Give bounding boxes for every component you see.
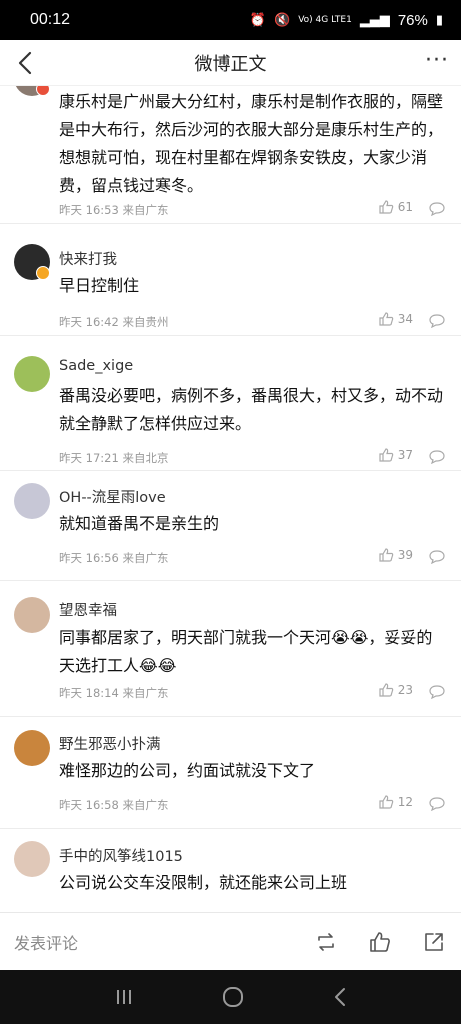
comment-item: 望恩幸福 同事都居家了，明天部门就我一个天河😭😭，妥妥的天选打工人😂😂 昨天 1…: [0, 581, 461, 717]
comment-list[interactable]: 康乐村是广州最大分红村，康乐村是制作衣服的，隔壁是中大布行，然后沙河的衣服大部分…: [0, 86, 461, 912]
system-nav-bar: [0, 970, 461, 1024]
comment-text: 早日控制住: [59, 276, 140, 295]
thumbs-up-icon: [379, 448, 393, 462]
home-icon[interactable]: [222, 986, 244, 1008]
username[interactable]: 手中的风筝线1015: [59, 845, 183, 866]
like-count: 34: [397, 312, 413, 326]
comment-meta: 昨天 18:14 来自广东: [59, 686, 169, 700]
comment-item: 快来打我 早日控制住 昨天 16:42 来自贵州 34: [0, 224, 461, 336]
comment-meta: 昨天 17:21 来自北京: [59, 451, 169, 465]
battery-percent: 76%: [397, 11, 428, 29]
thumbs-up-icon: [379, 200, 393, 214]
comment-text: 康乐村是广州最大分红村，康乐村是制作衣服的，隔壁是中大布行，然后沙河的衣服大部分…: [59, 92, 444, 195]
like-count: 37: [397, 448, 413, 462]
username[interactable]: 野生邪恶小扑满: [59, 733, 161, 754]
bottom-action-bar: 发表评论: [0, 912, 461, 970]
username[interactable]: 望恩幸福: [59, 599, 117, 620]
nav-bar: 微博正文 ···: [0, 40, 461, 86]
comment-text: 难怪那边的公司，约面试就没下文了: [59, 761, 316, 780]
comment-text: 公司说公交车没限制，就还能来公司上班: [59, 873, 348, 892]
status-time: 00:12: [30, 11, 71, 28]
verified-badge-icon: [36, 86, 50, 96]
comment-input[interactable]: 发表评论: [14, 930, 285, 954]
avatar[interactable]: [14, 841, 50, 877]
avatar[interactable]: [14, 730, 50, 766]
thumbs-up-icon: [379, 548, 393, 562]
like-button[interactable]: 61: [379, 200, 413, 214]
reply-icon[interactable]: [429, 202, 445, 216]
alarm-icon: ⏰: [249, 12, 267, 28]
comment-meta: 昨天 16:53 来自广东: [59, 203, 169, 217]
avatar[interactable]: [14, 356, 50, 392]
comment-meta: 昨天 16:42 来自贵州: [59, 315, 169, 329]
back-arrow-icon[interactable]: [14, 50, 38, 76]
reply-icon[interactable]: [429, 550, 445, 564]
reply-icon[interactable]: [429, 797, 445, 811]
verified-badge-icon: [36, 266, 50, 280]
thumbs-up-icon: [379, 683, 393, 697]
signal-icon: ▂▄▆: [359, 12, 390, 28]
page-title: 微博正文: [194, 53, 267, 75]
username[interactable]: OH--流星雨love: [59, 486, 166, 507]
reply-icon[interactable]: [429, 450, 445, 464]
comment-text: 同事都居家了，明天部门就我一个天河😭😭，妥妥的天选打工人😂😂: [59, 628, 433, 675]
username[interactable]: 快来打我: [59, 248, 117, 269]
comment-item: OH--流星雨love 就知道番禺不是亲生的 昨天 16:56 来自广东 39: [0, 471, 461, 581]
comment-text: 就知道番禺不是亲生的: [59, 514, 220, 533]
like-count: 39: [397, 548, 413, 562]
reply-icon[interactable]: [429, 314, 445, 328]
like-count: 61: [397, 200, 413, 214]
thumbs-up-icon: [379, 795, 393, 809]
comment-item: 康乐村是广州最大分红村，康乐村是制作衣服的，隔壁是中大布行，然后沙河的衣服大部分…: [0, 86, 461, 224]
like-button[interactable]: 23: [379, 683, 413, 697]
like-button[interactable]: 34: [379, 312, 413, 326]
thumbs-up-icon: [379, 312, 393, 326]
comment-meta: 昨天 16:58 来自广东: [59, 798, 169, 812]
reply-icon[interactable]: [429, 685, 445, 699]
comment-meta: 昨天 16:56 来自广东: [59, 551, 169, 565]
comment-text: 番禺没必要吧，病例不多，番禺很大，村又多，动不动就全静默了怎样供应过来。: [59, 386, 444, 433]
username[interactable]: Sade_xige: [59, 358, 133, 374]
like-count: 23: [397, 683, 413, 697]
comment-item: 野生邪恶小扑满 难怪那边的公司，约面试就没下文了 昨天 16:58 来自广东 1…: [0, 717, 461, 829]
comment-item: Sade_xige 番禺没必要吧，病例不多，番禺很大，村又多，动不动就全静默了怎…: [0, 336, 461, 471]
like-button[interactable]: 37: [379, 448, 413, 462]
avatar[interactable]: [14, 483, 50, 519]
battery-icon: ▮: [435, 12, 443, 28]
recent-apps-icon[interactable]: [114, 988, 134, 1006]
more-options-icon[interactable]: ···: [425, 48, 449, 73]
mute-icon: 🔇: [274, 12, 291, 28]
status-bar: 00:12 ⏰ 🔇 Vo) 4G LTE1 ▂▄▆ 76% ▮: [0, 0, 461, 40]
like-button[interactable]: 12: [379, 795, 413, 809]
back-icon[interactable]: [333, 987, 347, 1007]
repost-icon[interactable]: [313, 929, 339, 955]
avatar[interactable]: [14, 597, 50, 633]
share-icon[interactable]: [421, 929, 447, 955]
like-count: 12: [397, 795, 413, 809]
like-button[interactable]: 39: [379, 548, 413, 562]
status-icons: ⏰ 🔇 Vo) 4G LTE1 ▂▄▆ 76% ▮: [250, 12, 443, 29]
comment-item: 手中的风筝线1015 公司说公交车没限制，就还能来公司上班: [0, 829, 461, 912]
network-label: Vo) 4G LTE1: [298, 15, 352, 25]
thumbs-up-icon[interactable]: [367, 929, 393, 955]
